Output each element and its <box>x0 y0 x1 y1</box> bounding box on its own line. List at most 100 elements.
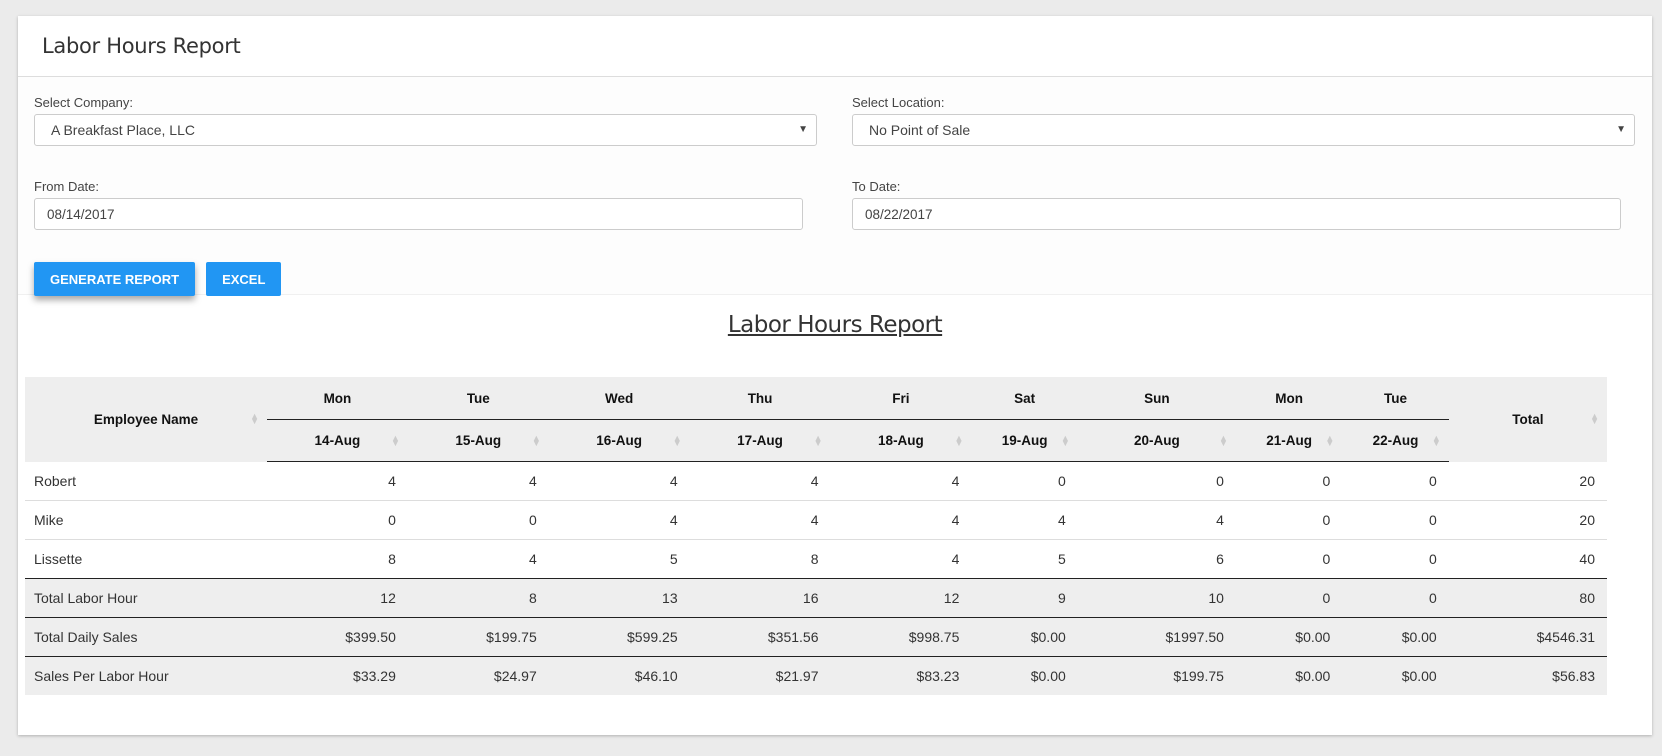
hours-cell: 4 <box>407 539 549 579</box>
sort-icon[interactable]: ▲ ▼ <box>1325 433 1334 447</box>
location-select-value: No Point of Sale <box>869 122 971 138</box>
date-header[interactable]: 21-Aug ▲ ▼ <box>1235 419 1343 462</box>
date-header-label: 17-Aug <box>737 433 783 448</box>
date-header[interactable]: 18-Aug ▲ ▼ <box>830 419 972 462</box>
summary-value-cell: $399.50 <box>267 617 408 657</box>
total-header[interactable]: Total ▲ ▼ <box>1448 377 1607 462</box>
hours-cell: 0 <box>407 500 549 540</box>
hours-cell: 0 <box>1235 539 1343 579</box>
table-row: Mike 0 0 4 4 4 4 4 0 0 20 <box>25 500 1607 540</box>
summary-value-cell: 16 <box>689 578 831 618</box>
employee-name-header[interactable]: Employee Name ▲ ▼ <box>25 377 267 462</box>
hours-cell: 6 <box>1077 539 1236 579</box>
day-header: Tue <box>407 377 549 420</box>
sort-icon[interactable]: ▲ ▼ <box>532 433 541 447</box>
date-header[interactable]: 22-Aug ▲ ▼ <box>1342 419 1449 462</box>
summary-value-cell: $599.25 <box>548 617 690 657</box>
hours-cell: 4 <box>1077 500 1236 540</box>
hours-cell: 4 <box>548 500 690 540</box>
employee-name-cell: Lissette <box>25 539 267 579</box>
hours-cell: 0 <box>1077 461 1236 501</box>
hours-cell: 4 <box>830 539 972 579</box>
table-row: Lissette 8 4 5 8 4 5 6 0 0 40 <box>25 539 1607 579</box>
day-header: Sat <box>971 377 1078 420</box>
location-select[interactable]: No Point of Sale ▼ <box>852 114 1635 146</box>
day-header: Fri <box>830 377 972 420</box>
total-cell: 40 <box>1448 539 1607 579</box>
day-header: Tue <box>1342 377 1449 420</box>
hours-cell: 0 <box>1235 500 1343 540</box>
generate-report-button[interactable]: Generate Report <box>34 262 196 296</box>
date-header-label: 16-Aug <box>596 433 643 448</box>
hours-cell: 4 <box>548 461 690 501</box>
summary-value-cell: 9 <box>971 578 1078 618</box>
to-date-input[interactable]: 08/22/2017 <box>852 198 1621 230</box>
summary-label-cell: Total Labor Hour <box>25 578 267 618</box>
sort-icon[interactable]: ▲ ▼ <box>250 412 259 426</box>
summary-value-cell: $1997.50 <box>1077 617 1236 657</box>
summary-total-cell: $56.83 <box>1448 656 1607 695</box>
sort-icon[interactable]: ▲ ▼ <box>1219 433 1228 447</box>
to-date-value: 08/22/2017 <box>865 206 933 222</box>
from-date-input[interactable]: 08/14/2017 <box>34 198 803 230</box>
employee-name-header-label: Employee Name <box>93 411 199 427</box>
to-date-label: To Date: <box>852 179 901 194</box>
employee-name-cell: Mike <box>25 500 267 540</box>
date-header[interactable]: 16-Aug ▲ ▼ <box>548 419 690 462</box>
summary-value-cell: $21.97 <box>689 656 831 695</box>
summary-label-cell: Sales Per Labor Hour <box>25 656 267 695</box>
sort-icon[interactable]: ▲ ▼ <box>391 433 400 447</box>
date-header[interactable]: 20-Aug ▲ ▼ <box>1077 419 1236 462</box>
total-cell: 20 <box>1448 500 1607 540</box>
from-date-label: From Date: <box>34 179 100 194</box>
summary-value-cell: $0.00 <box>1342 617 1449 657</box>
total-cell: 20 <box>1448 461 1607 501</box>
sort-icon[interactable]: ▲ ▼ <box>1061 433 1070 447</box>
hours-cell: 0 <box>1342 461 1449 501</box>
date-header[interactable]: 19-Aug ▲ ▼ <box>971 419 1078 462</box>
hours-cell: 0 <box>1235 461 1343 501</box>
summary-value-cell: $24.97 <box>407 656 549 695</box>
hours-cell: 4 <box>689 461 831 501</box>
hours-cell: 8 <box>267 539 408 579</box>
hours-cell: 5 <box>971 539 1078 579</box>
date-header[interactable]: 14-Aug ▲ ▼ <box>267 419 408 462</box>
card-header: Labor Hours Report <box>18 16 1652 77</box>
summary-value-cell: $199.75 <box>1077 656 1236 695</box>
hours-cell: 0 <box>1342 500 1449 540</box>
date-header-label: 20-Aug <box>1133 433 1180 448</box>
sort-icon[interactable]: ▲ ▼ <box>1432 433 1441 447</box>
filter-form: Select Company: A Breakfast Place, LLC ▼… <box>18 77 1652 296</box>
labor-hours-table: Employee Name ▲ ▼ Mon Tue Wed Thu Fri Sat Sun Mo… <box>25 377 1607 695</box>
report-title: Labor Hours Report <box>727 312 943 338</box>
summary-value-cell: $83.23 <box>830 656 972 695</box>
date-header-label: 18-Aug <box>878 433 924 448</box>
sort-icon[interactable]: ▲ ▼ <box>1590 412 1599 426</box>
date-header-label: 22-Aug <box>1372 433 1419 448</box>
date-header-label: 15-Aug <box>455 433 502 448</box>
day-header: Mon <box>267 377 408 420</box>
summary-value-cell: 0 <box>1235 578 1343 618</box>
excel-button[interactable]: Excel <box>206 262 282 296</box>
summary-value-cell: $199.75 <box>407 617 549 657</box>
summary-value-cell: 13 <box>548 578 690 618</box>
sort-icon[interactable]: ▲ ▼ <box>673 433 682 447</box>
company-select[interactable]: A Breakfast Place, LLC ▼ <box>34 114 817 146</box>
sort-icon[interactable]: ▲ ▼ <box>814 433 823 447</box>
date-header-label: 21-Aug <box>1266 433 1312 448</box>
summary-row: Total Labor Hour 12 8 13 16 12 9 10 0 0 80 <box>25 578 1607 618</box>
date-header[interactable]: 15-Aug ▲ ▼ <box>407 419 549 462</box>
sort-icon[interactable]: ▲ ▼ <box>954 433 963 447</box>
summary-value-cell: $0.00 <box>971 617 1078 657</box>
summary-value-cell: $0.00 <box>1235 617 1343 657</box>
page-title: Labor Hours Report <box>42 34 241 58</box>
date-header[interactable]: 17-Aug ▲ ▼ <box>689 419 831 462</box>
summary-label-cell: Total Daily Sales <box>25 617 267 657</box>
date-header-label: 19-Aug <box>1001 433 1048 448</box>
summary-value-cell: 10 <box>1077 578 1236 618</box>
summary-total-cell: $4546.31 <box>1448 617 1607 657</box>
summary-value-cell: $0.00 <box>971 656 1078 695</box>
hours-cell: 8 <box>689 539 831 579</box>
company-label: Select Company: <box>34 95 133 110</box>
summary-value-cell: $0.00 <box>1342 656 1449 695</box>
